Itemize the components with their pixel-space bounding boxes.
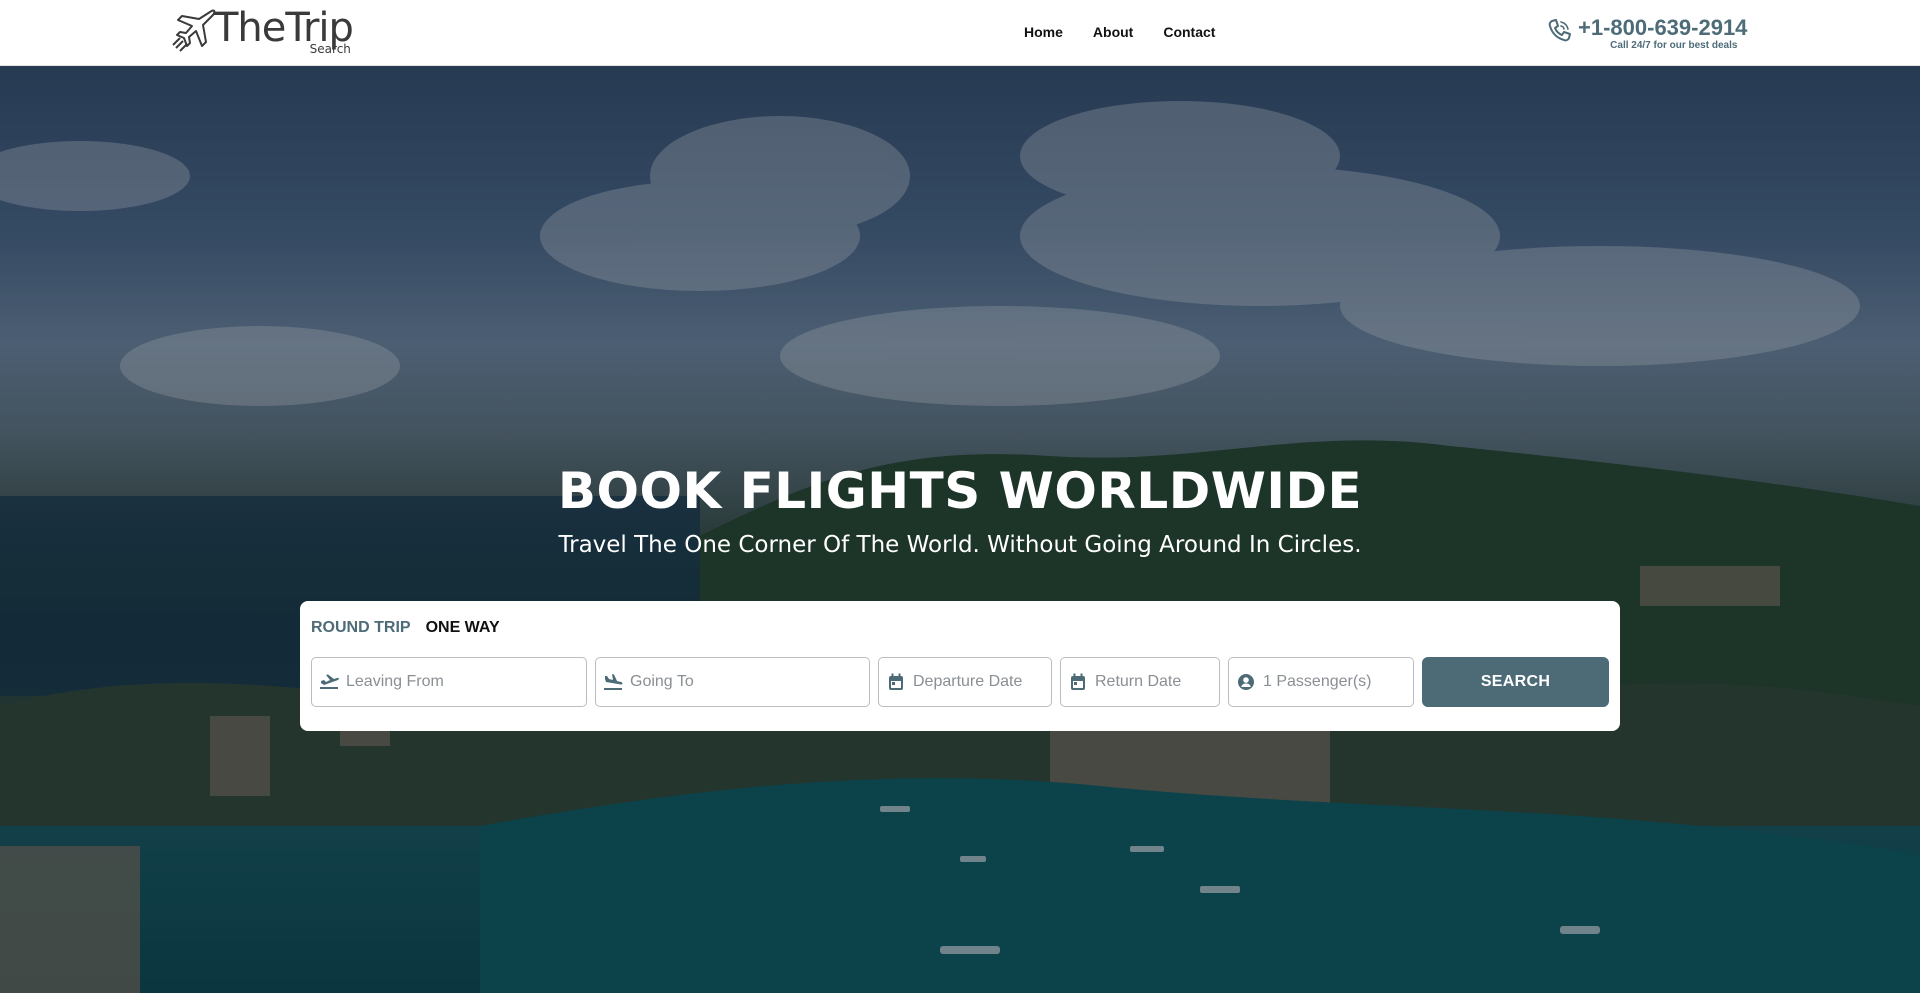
site-header: TheTrip Search Home About Contact +1-800… xyxy=(0,0,1920,66)
airplane-icon xyxy=(172,9,216,52)
phone-note: Call 24/7 for our best deals xyxy=(1610,40,1738,51)
tab-round-trip[interactable]: ROUND TRIP xyxy=(311,619,411,637)
hero-headline: BOOK FLIGHTS WORLDWIDE xyxy=(557,462,1363,520)
nav-home-link[interactable]: Home xyxy=(1024,24,1063,40)
phone-icon xyxy=(1548,19,1571,42)
leaving-from-field[interactable] xyxy=(311,657,587,707)
user-circle-icon xyxy=(1238,674,1254,690)
flight-search-form: ROUND TRIP ONE WAY Leaving From Going To… xyxy=(300,601,1620,731)
passengers-input[interactable] xyxy=(1263,658,1413,706)
phone-block: +1-800-639-2914 Call 24/7 for our best d… xyxy=(1578,16,1747,52)
departure-date-field[interactable] xyxy=(878,657,1052,707)
return-date-input[interactable] xyxy=(1095,658,1219,706)
hero-section: BOOK FLIGHTS WORLDWIDE Travel The One Co… xyxy=(0,66,1920,993)
phone-contact: +1-800-639-2914 Call 24/7 for our best d… xyxy=(1546,16,1747,51)
hero-subline: Travel The One Corner Of The World. With… xyxy=(558,532,1362,558)
logo-subname: Search xyxy=(309,42,351,56)
going-to-field[interactable] xyxy=(595,657,870,707)
plane-arrival-icon xyxy=(604,674,623,690)
leaving-from-input[interactable] xyxy=(346,658,586,706)
phone-number-link[interactable]: +1-800-639-2914 xyxy=(1578,16,1747,40)
main-nav: Home About Contact xyxy=(1024,24,1215,40)
calendar-icon xyxy=(889,673,903,690)
search-button[interactable]: SEARCH xyxy=(1422,657,1609,707)
hero-overlay xyxy=(0,66,1920,993)
nav-about-link[interactable]: About xyxy=(1093,24,1133,40)
tab-one-way[interactable]: ONE WAY xyxy=(426,619,500,637)
nav-contact-link[interactable]: Contact xyxy=(1163,24,1215,40)
plane-departure-icon xyxy=(320,674,339,689)
return-date-field[interactable] xyxy=(1060,657,1220,707)
departure-date-input[interactable] xyxy=(913,658,1051,706)
passengers-field[interactable] xyxy=(1228,657,1414,707)
logo[interactable]: TheTrip Search xyxy=(170,6,354,56)
calendar-icon xyxy=(1071,673,1085,690)
going-to-input[interactable] xyxy=(630,658,869,706)
logo-text: TheTrip Search xyxy=(214,6,354,56)
trip-type-tabs: ROUND TRIP ONE WAY xyxy=(311,619,500,637)
